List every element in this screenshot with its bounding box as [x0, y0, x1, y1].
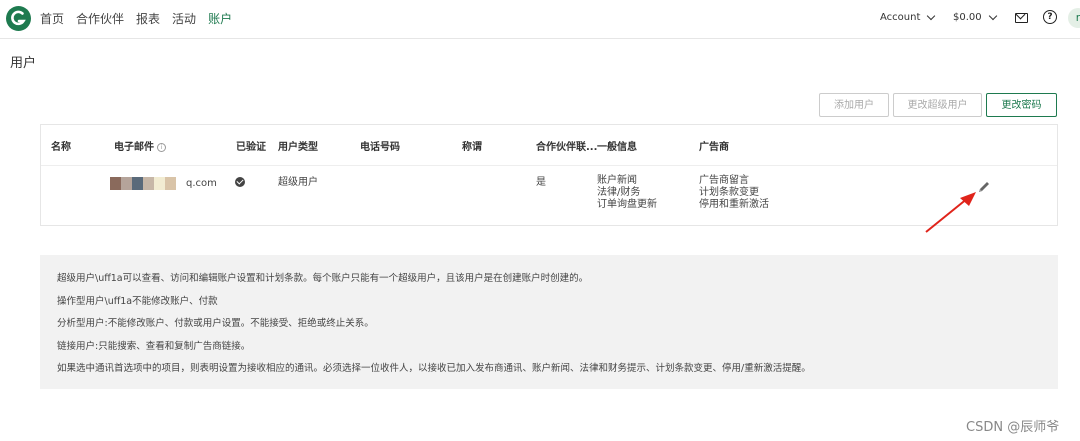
email-suffix: q.com [186, 178, 217, 189]
column-header-email: 电子邮件 i [114, 138, 166, 153]
column-header-general-info: 一般信息 [597, 142, 637, 153]
account-label: Account [880, 12, 921, 23]
note-link-user: 链接用户:只能搜索、查看和复制广告商链接。 [57, 340, 251, 352]
nav-item-home[interactable]: 首页 [40, 10, 64, 27]
general-info-item: 订单询盘更新 [597, 199, 657, 210]
user-role-notes: 超级用户\uff1a可以查看、访问和编辑账户设置和计划条款。每个账户只能有一个超… [40, 255, 1058, 389]
page-title: 用户 [10, 56, 37, 71]
redacted-block [110, 177, 121, 190]
chevron-down-icon [927, 11, 936, 21]
mail-icon[interactable] [1015, 13, 1028, 23]
redacted-block [154, 177, 165, 190]
column-header-phone: 电话号码 [360, 142, 400, 153]
verified-check-icon [235, 177, 245, 187]
chevron-down-icon [988, 11, 997, 21]
nav-item-reports[interactable]: 报表 [136, 10, 160, 27]
change-password-button[interactable]: 更改密码 [986, 93, 1057, 117]
advertiser-item: 计划条款变更 [699, 187, 759, 198]
avatar[interactable]: r [1068, 8, 1080, 28]
redacted-block [121, 177, 132, 190]
note-operational-user: 操作型用户\uff1a不能修改账户、付款 [57, 295, 218, 307]
top-navigation-bar: 首页 合作伙伴 报表 活动 账户 Account $0.00 ? r [0, 0, 1080, 39]
general-info-item: 账户新闻 [597, 175, 637, 186]
main-nav: 首页 合作伙伴 报表 活动 账户 [40, 10, 232, 27]
annotation-arrow-icon [925, 192, 976, 233]
account-dropdown[interactable]: Account [880, 11, 936, 23]
column-header-salutation: 称谓 [462, 142, 482, 153]
help-icon[interactable]: ? [1043, 10, 1057, 24]
column-header-name: 名称 [51, 142, 71, 153]
nav-item-partners[interactable]: 合作伙伴 [76, 10, 124, 27]
advertiser-item: 停用和重新激活 [699, 199, 769, 210]
nav-item-activities[interactable]: 活动 [172, 10, 196, 27]
nav-item-account[interactable]: 账户 [208, 10, 232, 27]
note-super-user: 超级用户\uff1a可以查看、访问和编辑账户设置和计划条款。每个账户只能有一个超… [57, 273, 589, 284]
column-header-advertiser: 广告商 [699, 142, 729, 153]
balance-value: $0.00 [953, 12, 982, 23]
general-info-item: 法律/财务 [597, 187, 641, 198]
redacted-block [143, 177, 154, 190]
advertiser-cell: 广告商留言 计划条款变更 停用和重新激活 [699, 175, 769, 211]
redacted-block [165, 177, 176, 190]
advertiser-item: 广告商留言 [699, 175, 749, 186]
redacted-block [132, 177, 143, 190]
note-communications: 如果选中通讯首选项中的项目，则表明设置为接收相应的通讯。必须选择一位收件人，以接… [57, 363, 811, 374]
logo-icon[interactable] [6, 6, 31, 31]
users-table: 名称 电子邮件 i 已验证 用户类型 电话号码 称谓 合作伙伴联... 一般信息 … [40, 124, 1058, 226]
info-icon[interactable]: i [157, 143, 166, 152]
watermark: CSDN @辰师爷 [966, 420, 1060, 435]
column-header-partner-contact: 合作伙伴联... [536, 142, 598, 153]
user-type-cell: 超级用户 [278, 177, 318, 188]
balance-dropdown[interactable]: $0.00 [953, 11, 997, 23]
add-user-button[interactable]: 添加用户 [819, 93, 889, 117]
change-super-user-button[interactable]: 更改超级用户 [893, 93, 982, 117]
column-header-email-label: 电子邮件 [114, 142, 154, 153]
table-header-row: 名称 电子邮件 i 已验证 用户类型 电话号码 称谓 合作伙伴联... 一般信息 … [41, 125, 1057, 166]
email-cell: q.com [110, 177, 217, 190]
note-analytical-user: 分析型用户:不能修改账户、付款或用户设置。不能接受、拒绝或终止关系。 [57, 318, 374, 329]
general-info-cell: 账户新闻 法律/财务 订单询盘更新 [597, 175, 657, 211]
column-header-user-type: 用户类型 [278, 142, 318, 153]
column-header-verified: 已验证 [236, 142, 266, 153]
partner-contact-cell: 是 [536, 177, 546, 188]
